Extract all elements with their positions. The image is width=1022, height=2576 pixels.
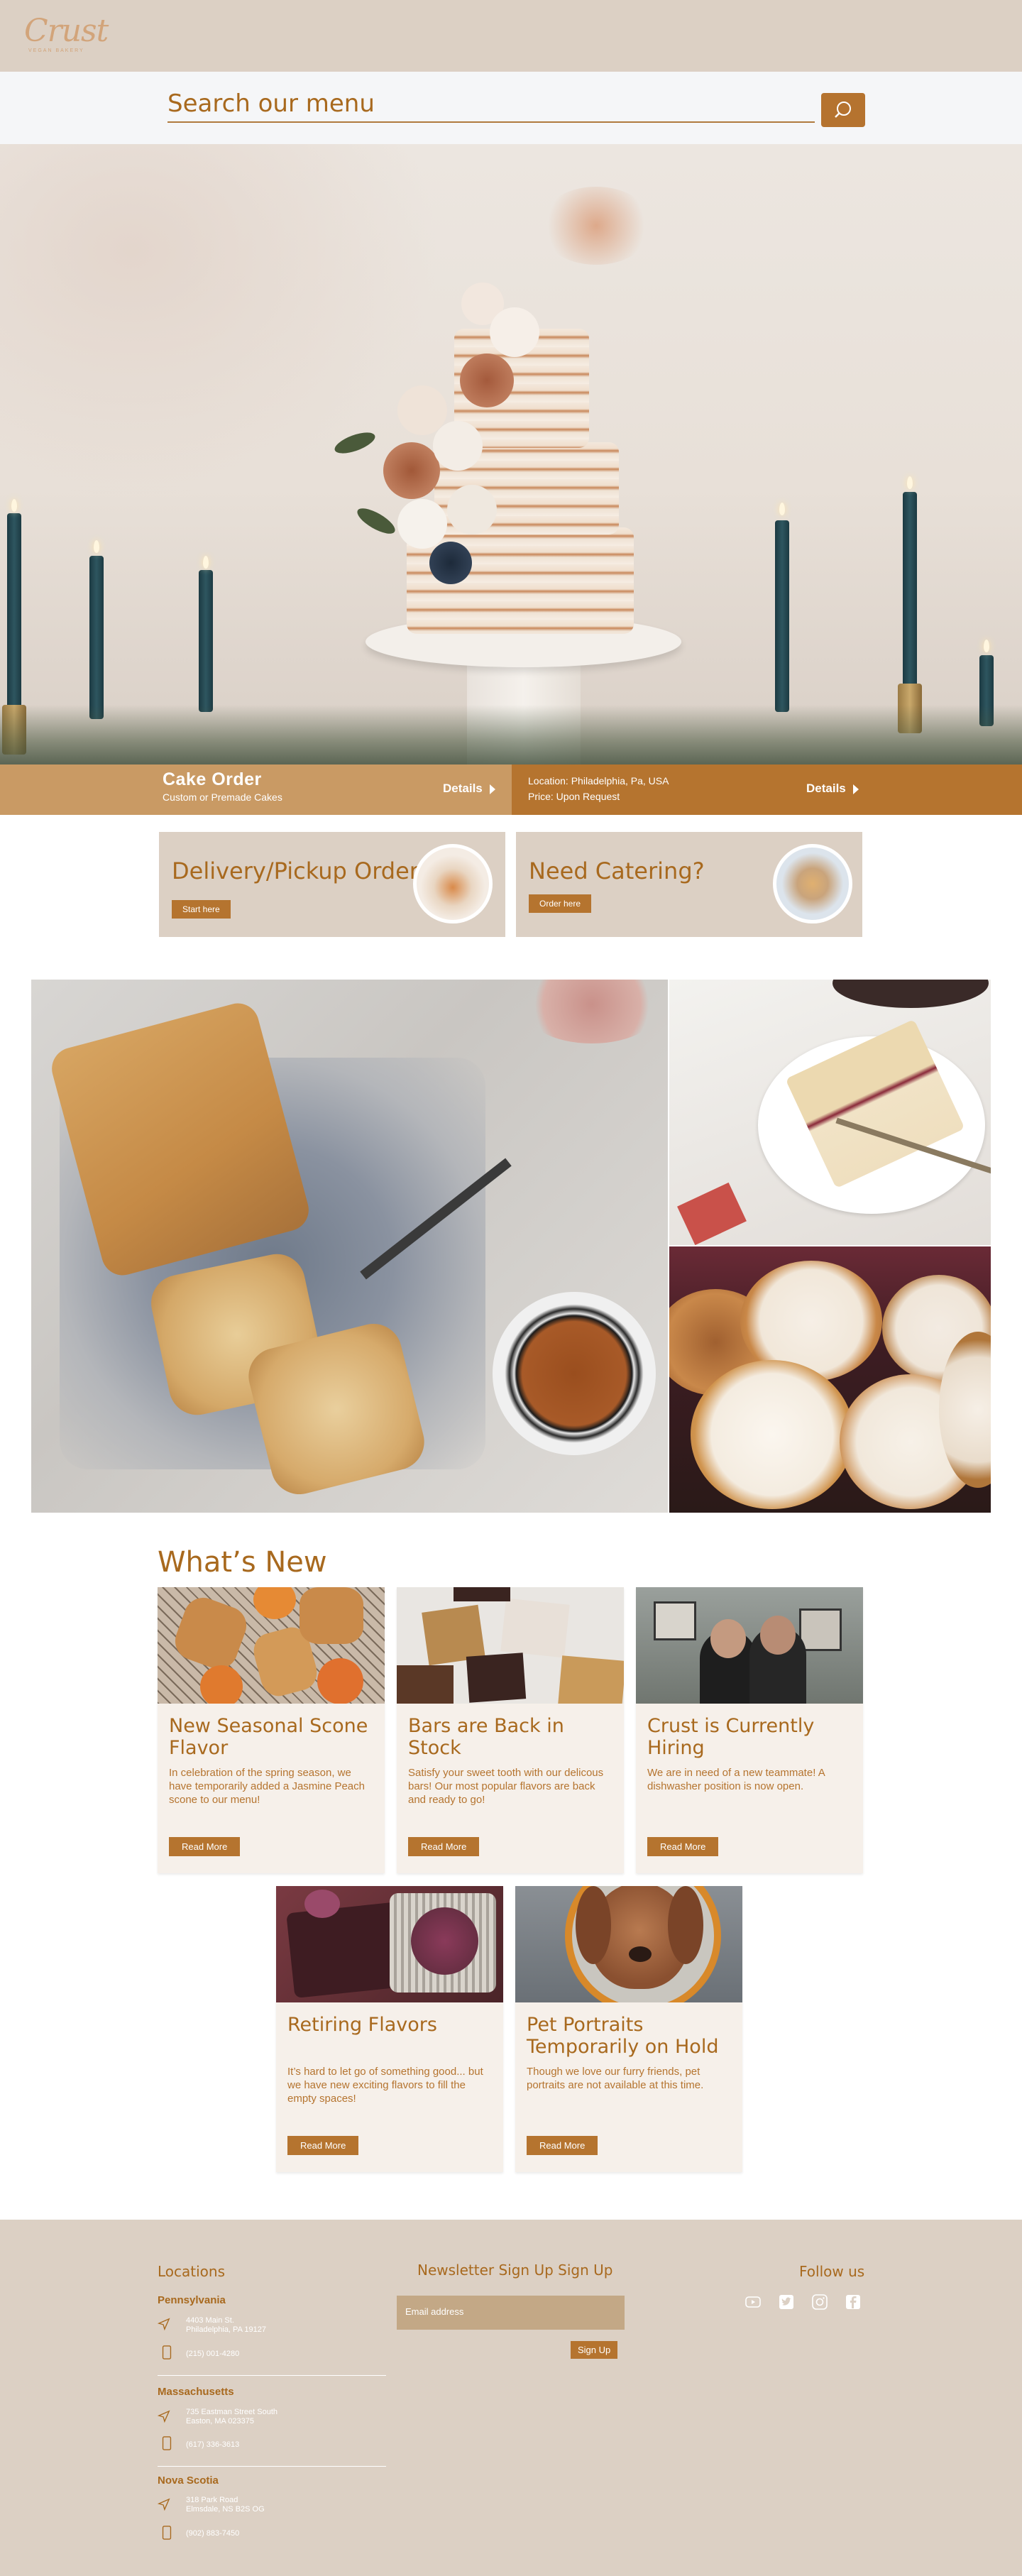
- location-state: Nova Scotia: [158, 2474, 219, 2487]
- search-input[interactable]: Search our menu: [167, 89, 375, 118]
- search-button[interactable]: [821, 93, 865, 127]
- facebook-icon[interactable]: [845, 2294, 861, 2310]
- address-line-2: Elmsdale, NS B2S OG: [186, 2505, 265, 2514]
- location-text: Location: Philadelphia, Pa, USA: [528, 775, 669, 786]
- phone-number[interactable]: (215) 001-4280: [186, 2350, 239, 2359]
- details-link-left[interactable]: Details: [443, 782, 495, 796]
- read-more-button[interactable]: Read More: [408, 1837, 480, 1856]
- hero-cake-image: [0, 144, 1022, 764]
- pet-portrait-image: [515, 1886, 742, 2002]
- follow-us-heading: Follow us: [799, 2263, 865, 2280]
- address-line-1: 4403 Main St.: [186, 2316, 234, 2325]
- price-text: Price: Upon Request: [528, 791, 620, 802]
- card-body: It’s hard to let go of something good...…: [287, 2066, 483, 2105]
- phone-icon: [162, 2436, 172, 2450]
- food-gallery: [31, 980, 991, 1513]
- read-more-button[interactable]: Read More: [527, 2136, 598, 2155]
- read-more-button[interactable]: Read More: [169, 1837, 241, 1856]
- cake-order-subtitle: Custom or Premade Cakes: [163, 791, 282, 803]
- location-state: Pennsylvania: [158, 2294, 226, 2306]
- news-card-scone[interactable]: New Seasonal Scone Flavor In celebration…: [158, 1587, 385, 1873]
- card-title: Crust is Currently Hiring: [647, 1715, 815, 1759]
- read-more-button[interactable]: Read More: [647, 1837, 719, 1856]
- logo-text: Crust: [24, 13, 109, 49]
- news-card-bars[interactable]: Bars are Back in Stock Satisfy your swee…: [397, 1587, 624, 1873]
- whats-new-heading: What’s New: [158, 1546, 327, 1579]
- details-label: Details: [443, 782, 483, 795]
- promo-title: Delivery/Pickup Orders: [172, 857, 431, 884]
- hiring-photo: [636, 1587, 863, 1704]
- address-line-2: Philadelphia, PA 19127: [186, 2325, 266, 2334]
- cake-details-bar: [512, 764, 1022, 815]
- location-state: Massachusetts: [158, 2386, 234, 2398]
- gallery-cake-slice-image: [669, 980, 991, 1245]
- read-more-button[interactable]: Read More: [287, 2136, 359, 2155]
- news-card-hiring[interactable]: Crust is Currently Hiring We are in need…: [636, 1587, 863, 1873]
- top-header: Crust VEGAN BAKERY: [0, 0, 1022, 72]
- phone-icon: [162, 2526, 172, 2540]
- phone-number[interactable]: (902) 883-7450: [186, 2529, 239, 2538]
- order-here-button[interactable]: Order here: [529, 894, 592, 913]
- card-title: Pet Portraits Temporarily on Hold: [527, 2014, 719, 2058]
- details-link-right[interactable]: Details: [806, 782, 859, 796]
- scone-image: [158, 1587, 385, 1704]
- card-body: Satisfy your sweet tooth with our delico…: [408, 1767, 604, 1806]
- card-body: In celebration of the spring season, we …: [169, 1767, 365, 1806]
- email-field[interactable]: Email address: [397, 2296, 625, 2330]
- location-arrow-icon: [158, 2410, 170, 2423]
- gallery-bread-image: [31, 980, 668, 1513]
- logo-subtitle: VEGAN BAKERY: [28, 48, 84, 53]
- youtube-icon[interactable]: [745, 2294, 761, 2310]
- details-label: Details: [806, 782, 846, 795]
- news-card-retiring-flavors[interactable]: Retiring Flavors It’s hard to let go of …: [276, 1886, 503, 2172]
- phone-number[interactable]: (617) 336-3613: [186, 2440, 239, 2450]
- delivery-promo-card[interactable]: Delivery/Pickup Orders Start here: [159, 832, 505, 937]
- search-underline: [167, 121, 815, 123]
- cake-order-title: Cake Order: [163, 769, 262, 789]
- address-line-1: 735 Eastman Street South: [186, 2408, 278, 2416]
- instagram-icon[interactable]: [812, 2294, 828, 2310]
- address-line-2: Easton, MA 023375: [186, 2417, 255, 2426]
- card-title: Retiring Flavors: [287, 2014, 437, 2036]
- card-title: New Seasonal Scone Flavor: [169, 1715, 368, 1759]
- news-card-pet-portraits[interactable]: Pet Portraits Temporarily on Hold Though…: [515, 1886, 742, 2172]
- newsletter-heading: Newsletter Sign Up Sign Up: [417, 2262, 613, 2279]
- card-title: Bars are Back in Stock: [408, 1715, 564, 1759]
- start-here-button[interactable]: Start here: [172, 900, 231, 919]
- promo-title: Need Catering?: [529, 857, 705, 884]
- card-body: We are in need of a new teammate! A dish…: [647, 1767, 825, 1792]
- card-body: Though we love our furry friends, pet po…: [527, 2066, 704, 2091]
- divider: [158, 2466, 386, 2467]
- location-arrow-icon: [158, 2498, 170, 2511]
- sign-up-button[interactable]: Sign Up: [571, 2341, 618, 2359]
- chevron-right-icon: [489, 784, 495, 794]
- delivery-image: [413, 844, 493, 923]
- brand-logo[interactable]: Crust VEGAN BAKERY: [24, 13, 109, 54]
- address-line-1: 318 Park Road: [186, 2496, 238, 2504]
- twitter-icon[interactable]: [779, 2294, 794, 2310]
- gallery-cinnamon-rolls-image: [669, 1246, 991, 1513]
- chevron-right-icon: [852, 784, 859, 794]
- flavors-image: [276, 1886, 503, 2002]
- catering-promo-card[interactable]: Need Catering? Order here: [516, 832, 862, 937]
- locations-heading: Locations: [158, 2263, 226, 2280]
- search-icon: [835, 102, 851, 118]
- divider: [158, 2375, 386, 2376]
- bars-image: [397, 1587, 624, 1704]
- catering-image: [773, 844, 852, 923]
- search-bar: [0, 72, 1022, 144]
- phone-icon: [162, 2345, 172, 2359]
- location-arrow-icon: [158, 2318, 170, 2331]
